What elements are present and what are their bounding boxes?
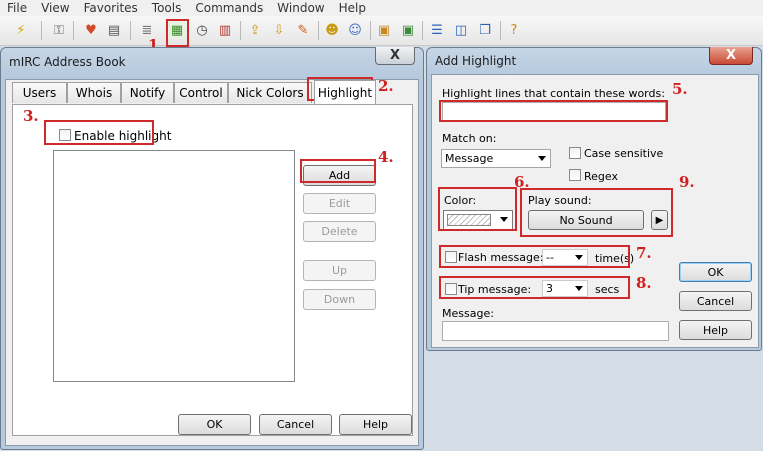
annotation-box-1 <box>166 19 189 47</box>
words-label: Highlight lines that contain these words… <box>442 87 665 100</box>
cancel-button[interactable]: Cancel <box>679 291 752 311</box>
message-input[interactable] <box>442 321 669 341</box>
address-book-window: mIRC Address Book X Users Whois Notify C… <box>0 47 424 450</box>
annotation-8: 8. <box>636 274 652 292</box>
match-on-select[interactable]: Message <box>441 149 551 168</box>
tab-whois[interactable]: Whois <box>67 82 121 103</box>
highlight-page: Enable highlight Add Edit Delete Up Down <box>12 104 413 436</box>
tile-horizontal-icon[interactable]: ◫ <box>452 21 470 39</box>
menu-commands[interactable]: Commands <box>195 0 263 16</box>
window-title: mIRC Address Book <box>9 55 126 69</box>
menu-help[interactable]: Help <box>339 0 366 16</box>
edit-button[interactable]: Edit <box>303 193 376 214</box>
chevron-down-icon <box>538 156 546 161</box>
regex-label: Regex <box>584 170 618 183</box>
tab-nick-colors[interactable]: Nick Colors <box>228 82 312 103</box>
help-button[interactable]: Help <box>679 320 752 340</box>
tab-highlight[interactable]: Highlight <box>314 80 376 104</box>
annotation-box-9 <box>520 188 673 237</box>
delete-button[interactable]: Delete <box>303 221 376 242</box>
send-file-icon[interactable]: ⇪ <box>246 21 264 39</box>
close-icon: X <box>389 48 401 63</box>
down-button[interactable]: Down <box>303 289 376 310</box>
receive-file-icon[interactable]: ⇩ <box>270 21 288 39</box>
ok-button[interactable]: OK <box>679 262 752 282</box>
annotation-box-4 <box>300 159 376 183</box>
dcc-chat-icon[interactable]: ✎ <box>294 21 312 39</box>
cancel-button[interactable]: Cancel <box>259 414 332 435</box>
annotation-2: 2. <box>378 77 394 95</box>
match-on-label: Match on: <box>442 132 497 145</box>
regex-checkbox[interactable] <box>569 169 581 181</box>
help-button[interactable]: Help <box>339 414 412 435</box>
toolbar: ⚡ ⚿ ♥ ▤ ≣ ▦ ◷ ▥ ⇪ ⇩ ✎ ☻ ☺ ▣ ▣ ☰ ◫ ❐ ? <box>0 16 763 46</box>
help-icon[interactable]: ? <box>505 21 523 39</box>
case-sensitive-label: Case sensitive <box>584 147 664 160</box>
annotation-box-5 <box>439 100 668 122</box>
annotation-5: 5. <box>672 80 688 98</box>
close-button[interactable]: X <box>709 47 753 65</box>
connect-icon[interactable]: ⚡ <box>12 21 30 39</box>
menu-tools[interactable]: Tools <box>152 0 182 16</box>
annotation-box-3 <box>44 120 154 145</box>
menu-favorites[interactable]: Favorites <box>84 0 138 16</box>
close-button[interactable]: X <box>375 47 415 65</box>
highlight-list[interactable] <box>53 150 295 382</box>
perform-icon[interactable]: ▤ <box>105 21 123 39</box>
case-sensitive-checkbox[interactable] <box>569 147 581 159</box>
annotation-box-6 <box>438 187 517 231</box>
cascade-icon[interactable]: ❐ <box>476 21 494 39</box>
finger-icon[interactable]: ☺ <box>346 21 364 39</box>
annotation-3: 3. <box>23 107 39 125</box>
menu-window[interactable]: Window <box>277 0 324 16</box>
tab-control[interactable]: Control <box>174 82 228 103</box>
ok-button[interactable]: OK <box>178 414 251 435</box>
received-files-icon[interactable]: ▣ <box>399 21 417 39</box>
annotation-9: 9. <box>679 173 695 191</box>
message-label: Message: <box>442 307 494 320</box>
annotation-7: 7. <box>636 244 652 262</box>
match-on-value: Message <box>445 152 494 165</box>
annotation-box-7 <box>439 245 630 268</box>
timer-icon[interactable]: ◷ <box>193 21 211 39</box>
log-icon[interactable]: ▣ <box>375 21 393 39</box>
window-title: Add Highlight <box>435 54 517 68</box>
tab-notify[interactable]: Notify <box>121 82 174 103</box>
favorites-icon[interactable]: ♥ <box>82 21 100 39</box>
options-icon[interactable]: ⚿ <box>50 21 68 39</box>
up-button[interactable]: Up <box>303 260 376 281</box>
tab-users[interactable]: Users <box>12 82 67 103</box>
menu-bar: File View Favorites Tools Commands Windo… <box>0 0 763 16</box>
menu-view[interactable]: View <box>41 0 69 16</box>
annotation-box-8 <box>439 276 630 299</box>
notify-icon[interactable]: ☻ <box>323 21 341 39</box>
annotation-4: 4. <box>378 148 394 166</box>
tab-strip: Users Whois Notify Control Nick Colors H… <box>12 80 412 104</box>
menu-file[interactable]: File <box>7 0 27 16</box>
colors-icon[interactable]: ▥ <box>216 21 234 39</box>
tile-vertical-icon[interactable]: ☰ <box>428 21 446 39</box>
close-icon: X <box>725 48 737 63</box>
